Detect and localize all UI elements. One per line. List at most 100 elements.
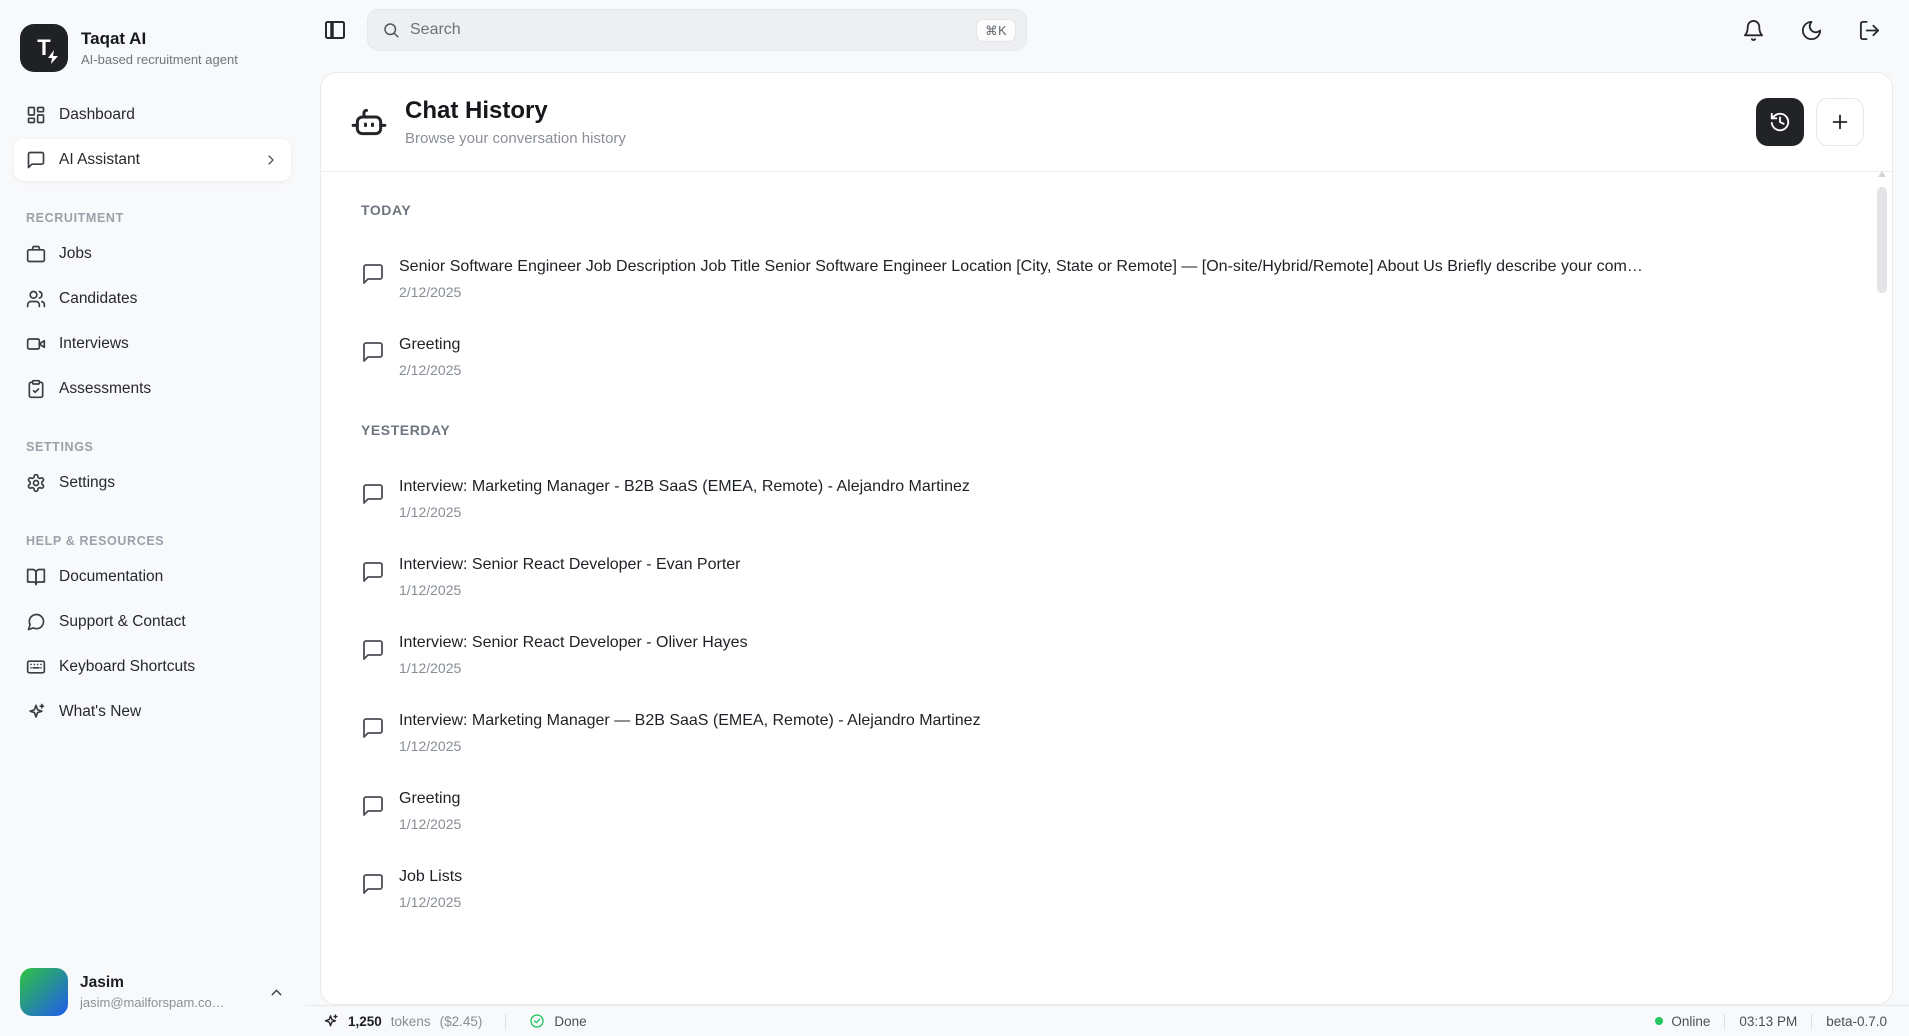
sidebar-item-assessments[interactable]: Assessments	[14, 368, 291, 410]
topbar: ⌘K	[305, 0, 1909, 60]
avatar	[20, 968, 68, 1016]
app-tagline: AI-based recruitment agent	[81, 52, 238, 67]
divider	[1811, 1014, 1812, 1029]
chat-date: 1/12/2025	[399, 894, 462, 910]
chat-history-item[interactable]: Interview: Senior React Developer - Oliv…	[361, 634, 1852, 676]
app-root: T Taqat AI AI-based recruitment agent Da…	[0, 0, 1909, 1036]
online-status-dot	[1655, 1017, 1663, 1025]
gear-icon	[26, 473, 46, 493]
search-input[interactable]	[410, 21, 966, 39]
theme-toggle-button[interactable]	[1796, 15, 1827, 46]
sidebar-item-label: Documentation	[59, 568, 163, 586]
message-icon	[361, 258, 385, 300]
logout-icon	[1858, 19, 1881, 42]
sidebar-item-label: What's New	[59, 703, 141, 721]
chat-history-list: TODAY Senior Software Engineer Job Descr…	[321, 172, 1892, 1004]
sidebar-item-dashboard[interactable]: Dashboard	[14, 94, 291, 136]
message-icon	[361, 712, 385, 754]
sidebar-item-label: AI Assistant	[59, 151, 140, 169]
online-label: Online	[1671, 1014, 1710, 1029]
chat-history-item[interactable]: Job Lists 1/12/2025	[361, 868, 1852, 910]
chat-history-item[interactable]: Interview: Marketing Manager - B2B SaaS …	[361, 478, 1852, 520]
search-bar[interactable]: ⌘K	[367, 9, 1027, 51]
sidebar-item-documentation[interactable]: Documentation	[14, 556, 291, 598]
message-icon	[361, 478, 385, 520]
sidebar-item-whats-new[interactable]: What's New	[14, 691, 291, 733]
chat-title: Interview: Marketing Manager - B2B SaaS …	[399, 478, 970, 496]
section-label-settings: SETTINGS	[14, 440, 291, 454]
message-icon	[361, 556, 385, 598]
chat-history-header: Chat History Browse your conversation hi…	[321, 73, 1892, 172]
chat-history-item[interactable]: Interview: Marketing Manager — B2B SaaS …	[361, 712, 1852, 754]
sidebar-item-ai-assistant[interactable]: AI Assistant	[14, 139, 291, 181]
chevron-right-icon	[263, 152, 279, 168]
sidebar-item-settings[interactable]: Settings	[14, 462, 291, 504]
chat-history-item[interactable]: Senior Software Engineer Job Description…	[361, 258, 1852, 300]
lightning-bolt-icon	[47, 50, 59, 64]
search-shortcut-badge: ⌘K	[976, 19, 1016, 42]
book-open-icon	[26, 567, 46, 587]
chat-history-item[interactable]: Interview: Senior React Developer - Evan…	[361, 556, 1852, 598]
section-label-recruitment: RECRUITMENT	[14, 211, 291, 225]
bell-icon	[1742, 19, 1765, 42]
divider	[505, 1014, 506, 1029]
chat-history-item[interactable]: Greeting 2/12/2025	[361, 336, 1852, 378]
chat-date: 1/12/2025	[399, 738, 981, 754]
search-icon	[382, 21, 400, 39]
check-circle-icon	[529, 1013, 545, 1029]
message-icon	[361, 336, 385, 378]
app-logo: T	[20, 24, 68, 72]
history-button[interactable]	[1756, 98, 1804, 146]
logout-button[interactable]	[1854, 15, 1885, 46]
page-subtitle: Browse your conversation history	[405, 130, 626, 147]
sidebar-item-jobs[interactable]: Jobs	[14, 233, 291, 275]
notifications-button[interactable]	[1738, 15, 1769, 46]
scrollbar-up-arrow[interactable]	[1878, 171, 1886, 177]
chat-icon	[26, 150, 46, 170]
dashboard-icon	[26, 105, 46, 125]
sidebar-item-label: Candidates	[59, 290, 137, 308]
status-bar: 1,250 tokens ($2.45) Done Online 03:13 P…	[305, 1005, 1909, 1036]
scrollbar-thumb[interactable]	[1877, 187, 1887, 293]
bot-icon	[349, 102, 389, 142]
chat-title: Senior Software Engineer Job Description…	[399, 258, 1643, 276]
chat-title: Interview: Senior React Developer - Evan…	[399, 556, 740, 574]
history-icon	[1769, 111, 1791, 133]
plus-icon	[1829, 111, 1851, 133]
token-count: 1,250	[348, 1014, 382, 1029]
section-label-help: HELP & RESOURCES	[14, 534, 291, 548]
message-circle-icon	[26, 612, 46, 632]
message-icon	[361, 790, 385, 832]
chat-date: 2/12/2025	[399, 362, 461, 378]
new-chat-button[interactable]	[1816, 98, 1864, 146]
user-email: jasim@mailforspam.co…	[80, 995, 225, 1010]
user-name: Jasim	[80, 974, 225, 992]
sidebar: T Taqat AI AI-based recruitment agent Da…	[0, 0, 305, 1036]
sidebar-toggle-button[interactable]	[319, 14, 351, 46]
message-icon	[361, 868, 385, 910]
group-label-today: TODAY	[361, 202, 1852, 218]
panel-left-icon	[323, 18, 347, 42]
chat-date: 1/12/2025	[399, 816, 461, 832]
token-label: tokens	[391, 1014, 431, 1029]
sparkles-icon	[26, 702, 46, 722]
chat-title: Interview: Marketing Manager — B2B SaaS …	[399, 712, 981, 730]
token-cost: ($2.45)	[440, 1014, 483, 1029]
sidebar-item-label: Support & Contact	[59, 613, 186, 631]
user-menu[interactable]: Jasim jasim@mailforspam.co…	[14, 960, 291, 1024]
sidebar-item-keyboard-shortcuts[interactable]: Keyboard Shortcuts	[14, 646, 291, 688]
sidebar-item-label: Keyboard Shortcuts	[59, 658, 195, 676]
chat-title: Job Lists	[399, 868, 462, 886]
chat-title: Interview: Senior React Developer - Oliv…	[399, 634, 748, 652]
chat-date: 1/12/2025	[399, 504, 970, 520]
chat-date: 2/12/2025	[399, 284, 1643, 300]
chat-date: 1/12/2025	[399, 582, 740, 598]
sidebar-item-label: Assessments	[59, 380, 151, 398]
chat-history-panel: Chat History Browse your conversation hi…	[320, 72, 1893, 1005]
moon-icon	[1800, 19, 1823, 42]
sidebar-item-support[interactable]: Support & Contact	[14, 601, 291, 643]
chat-history-item[interactable]: Greeting 1/12/2025	[361, 790, 1852, 832]
sidebar-item-candidates[interactable]: Candidates	[14, 278, 291, 320]
chat-title: Greeting	[399, 790, 461, 808]
sidebar-item-interviews[interactable]: Interviews	[14, 323, 291, 365]
